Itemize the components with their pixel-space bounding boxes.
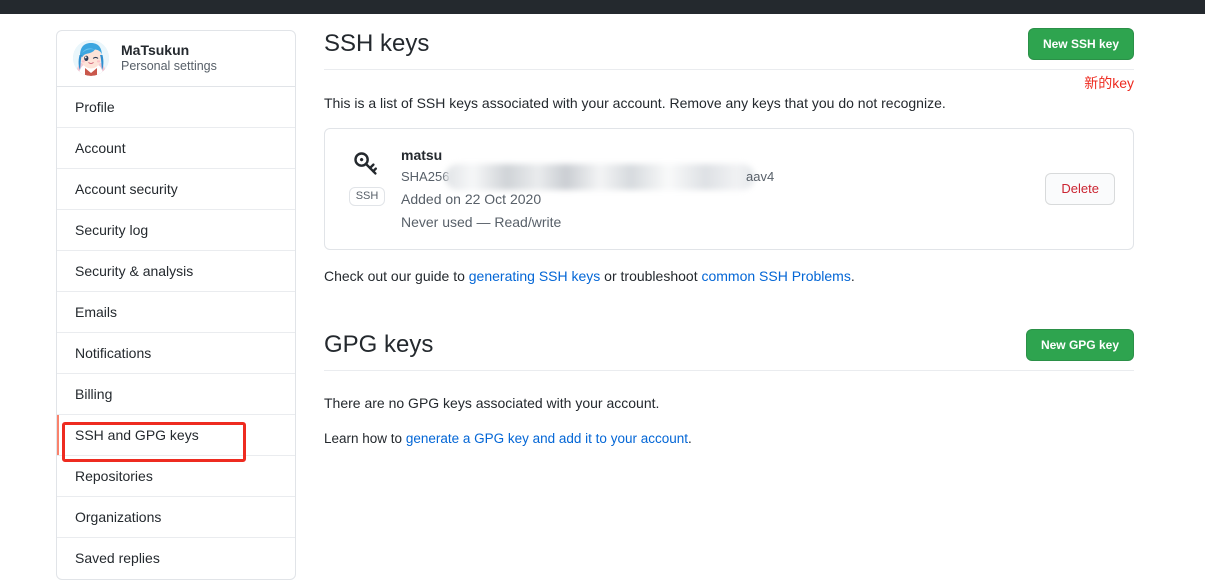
settings-sidebar: MaTsukun Personal settings Profile Accou… [56, 30, 296, 580]
main-content: SSH keys New SSH key 新的key This is a lis… [324, 28, 1134, 463]
sidebar-item-emails[interactable]: Emails [57, 292, 295, 333]
guide-text-after: . [850, 268, 855, 284]
profile-subtitle: Personal settings [121, 59, 217, 74]
sidebar-item-security-and-analysis[interactable]: Security & analysis [57, 251, 295, 292]
delete-ssh-key-button[interactable]: Delete [1045, 173, 1115, 205]
ssh-key-card: SSH matsu SHA256 aav4 Added on 22 Oct 20… [324, 128, 1134, 250]
sidebar-profile-text: MaTsukun Personal settings [121, 42, 217, 73]
sidebar-profile-header[interactable]: MaTsukun Personal settings [57, 31, 295, 87]
ssh-key-usage-status: Never used — Read/write [401, 214, 562, 230]
annotation-new-key-label: 新的key [1084, 75, 1134, 91]
ssh-key-added-date: Added on 22 Oct 2020 [401, 191, 542, 207]
settings-page: MaTsukun Personal settings Profile Accou… [0, 0, 1205, 580]
gpg-empty-message: There are no GPG keys associated with yo… [324, 395, 660, 411]
gpg-section-header: GPG keys New GPG key [324, 329, 1134, 371]
ssh-key-name: matsu [401, 147, 443, 163]
fingerprint-redaction-blur [445, 164, 755, 190]
ssh-section-header: SSH keys New SSH key [324, 28, 1134, 70]
ssh-key-fingerprint: SHA256 aav4 [401, 164, 1045, 190]
sidebar-item-security-log[interactable]: Security log [57, 210, 295, 251]
gpg-learn-after: . [688, 431, 692, 446]
ssh-guide-text: Check out our guide to generating SSH ke… [324, 266, 1134, 287]
ssh-key-actions: Delete [1045, 145, 1117, 205]
guide-text-before: Check out our guide to [324, 268, 469, 284]
gpg-learn-text: Learn how to generate a GPG key and add … [324, 429, 1134, 449]
sidebar-item-organizations[interactable]: Organizations [57, 497, 295, 538]
sidebar-item-profile[interactable]: Profile [57, 87, 295, 128]
gpg-section-title: GPG keys [324, 331, 434, 358]
common-ssh-problems-link[interactable]: common SSH Problems [701, 268, 850, 284]
key-type-badge: SSH [348, 187, 386, 206]
sidebar-item-repositories[interactable]: Repositories [57, 456, 295, 497]
new-gpg-key-button[interactable]: New GPG key [1025, 329, 1134, 361]
sidebar-item-saved-replies[interactable]: Saved replies [57, 538, 295, 579]
sidebar-item-account[interactable]: Account [57, 128, 295, 169]
ssh-key-icon-column: SSH [342, 145, 392, 206]
fingerprint-suffix: aav4 [746, 169, 775, 184]
generating-ssh-keys-link[interactable]: generating SSH keys [469, 268, 601, 284]
sidebar-item-notifications[interactable]: Notifications [57, 333, 295, 374]
gpg-learn-before: Learn how to [324, 431, 406, 446]
guide-text-middle: or troubleshoot [600, 268, 702, 284]
generate-gpg-key-link[interactable]: generate a GPG key and add it to your ac… [406, 431, 688, 446]
anime-avatar-icon [73, 40, 109, 76]
ssh-description: This is a list of SSH keys associated wi… [324, 95, 946, 111]
sidebar-item-billing[interactable]: Billing [57, 374, 295, 415]
fingerprint-prefix: SHA256 [401, 169, 450, 184]
global-header-bar [0, 0, 1205, 14]
sidebar-item-account-security[interactable]: Account security [57, 169, 295, 210]
sidebar-item-ssh-and-gpg-keys[interactable]: SSH and GPG keys [57, 415, 295, 456]
new-ssh-key-button[interactable]: New SSH key [1027, 28, 1134, 60]
profile-username: MaTsukun [121, 42, 190, 59]
page-title: SSH keys [324, 30, 430, 57]
avatar [73, 40, 109, 76]
key-icon [354, 152, 378, 175]
ssh-key-details: matsu SHA256 aav4 Added on 22 Oct 2020 N… [392, 145, 1045, 233]
gpg-keys-section: GPG keys New GPG key There are no GPG ke… [324, 329, 1134, 449]
ssh-keys-section: SSH keys New SSH key 新的key This is a lis… [324, 28, 1134, 287]
